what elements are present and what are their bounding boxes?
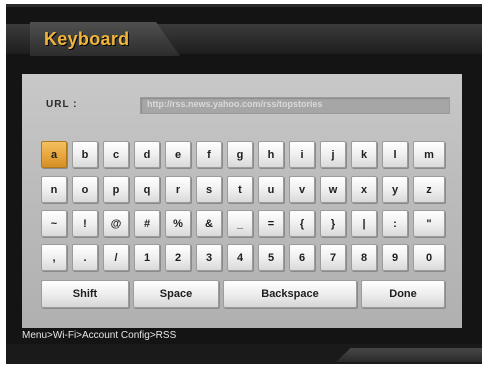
key-s[interactable]: s xyxy=(196,176,222,203)
breadcrumb: Menu>Wi-Fi>Account Config>RSS xyxy=(22,330,177,341)
key-x[interactable]: x xyxy=(351,176,377,203)
key-slash[interactable]: / xyxy=(103,244,129,271)
key-7[interactable]: 7 xyxy=(320,244,346,271)
key-9[interactable]: 9 xyxy=(382,244,408,271)
key-close-brace[interactable]: } xyxy=(320,210,346,237)
key-hash[interactable]: # xyxy=(134,210,160,237)
key-pipe[interactable]: | xyxy=(351,210,377,237)
key-b[interactable]: b xyxy=(72,141,98,168)
key-t[interactable]: t xyxy=(227,176,253,203)
space-button[interactable]: Space xyxy=(133,280,219,308)
done-button[interactable]: Done xyxy=(361,280,445,308)
key-l[interactable]: l xyxy=(382,141,408,168)
key-f[interactable]: f xyxy=(196,141,222,168)
key-y[interactable]: y xyxy=(382,176,408,203)
key-percent[interactable]: % xyxy=(165,210,191,237)
key-3[interactable]: 3 xyxy=(196,244,222,271)
key-2[interactable]: 2 xyxy=(165,244,191,271)
key-o[interactable]: o xyxy=(72,176,98,203)
key-n[interactable]: n xyxy=(41,176,67,203)
key-8[interactable]: 8 xyxy=(351,244,377,271)
key-5[interactable]: 5 xyxy=(258,244,284,271)
key-6[interactable]: 6 xyxy=(289,244,315,271)
key-at[interactable]: @ xyxy=(103,210,129,237)
url-label: URL : xyxy=(46,99,78,110)
url-value: http://rss.news.yahoo.com/rss/topstories xyxy=(147,99,323,109)
key-colon[interactable]: : xyxy=(382,210,408,237)
key-0[interactable]: 0 xyxy=(413,244,445,271)
key-open-brace[interactable]: { xyxy=(289,210,315,237)
backspace-button[interactable]: Backspace xyxy=(223,280,357,308)
key-q[interactable]: q xyxy=(134,176,160,203)
key-k[interactable]: k xyxy=(351,141,377,168)
key-e[interactable]: e xyxy=(165,141,191,168)
page-title: Keyboard xyxy=(44,29,130,49)
key-ampersand[interactable]: & xyxy=(196,210,222,237)
key-c[interactable]: c xyxy=(103,141,129,168)
key-comma[interactable]: , xyxy=(41,244,67,271)
key-p[interactable]: p xyxy=(103,176,129,203)
key-g[interactable]: g xyxy=(227,141,253,168)
key-v[interactable]: v xyxy=(289,176,315,203)
key-tilde[interactable]: ~ xyxy=(41,210,67,237)
key-quote[interactable]: " xyxy=(413,210,445,237)
key-w[interactable]: w xyxy=(320,176,346,203)
key-m[interactable]: m xyxy=(413,141,445,168)
key-exclamation[interactable]: ! xyxy=(72,210,98,237)
key-j[interactable]: j xyxy=(320,141,346,168)
key-z[interactable]: z xyxy=(413,176,445,203)
key-r[interactable]: r xyxy=(165,176,191,203)
key-a[interactable]: a xyxy=(41,141,67,168)
shift-button[interactable]: Shift xyxy=(41,280,129,308)
key-equals[interactable]: = xyxy=(258,210,284,237)
key-u[interactable]: u xyxy=(258,176,284,203)
top-divider xyxy=(6,4,482,7)
key-4[interactable]: 4 xyxy=(227,244,253,271)
bottom-tab xyxy=(336,348,482,362)
key-d[interactable]: d xyxy=(134,141,160,168)
key-1[interactable]: 1 xyxy=(134,244,160,271)
key-underscore[interactable]: _ xyxy=(227,210,253,237)
key-period[interactable]: . xyxy=(72,244,98,271)
url-field[interactable]: http://rss.news.yahoo.com/rss/topstories xyxy=(140,97,450,114)
key-h[interactable]: h xyxy=(258,141,284,168)
key-i[interactable]: i xyxy=(289,141,315,168)
